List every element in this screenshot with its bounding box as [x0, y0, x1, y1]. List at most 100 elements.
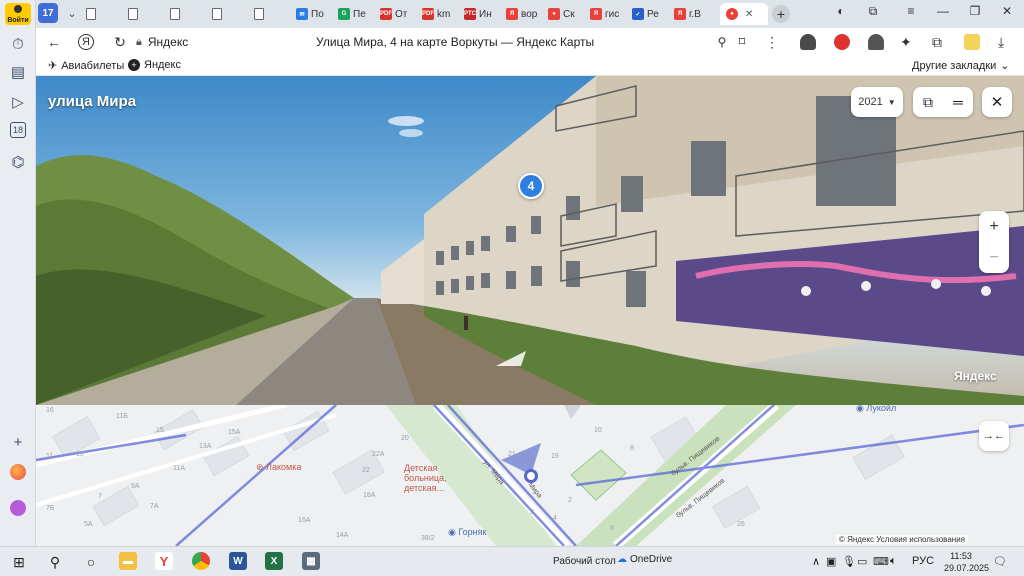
zoom-in-button[interactable]: +: [979, 211, 1009, 242]
tray-app-icon[interactable]: ▣: [826, 555, 836, 568]
reload-icon[interactable]: ↻: [110, 32, 130, 52]
poi-lakomka[interactable]: ⊛ Лакомка: [256, 462, 301, 472]
messenger-icon[interactable]: [8, 498, 28, 518]
year-selector[interactable]: 2021 ▼: [851, 87, 903, 117]
mini-map[interactable]: 16 11Б 15А 15 11 13А 13 11А 9А 7 7А 5А 7…: [36, 405, 1024, 546]
close-window-icon[interactable]: ✕: [996, 4, 1018, 18]
language-indicator[interactable]: РУС: [912, 555, 934, 567]
age-rating-icon[interactable]: 18: [10, 122, 26, 138]
tab[interactable]: Явор: [506, 3, 544, 25]
windows-taskbar: ⊞ ⚲ ○ ▬ Y W X ▦ Рабочий стол ☁ OneDrive ∧…: [0, 546, 1024, 576]
login-button[interactable]: Войти: [5, 3, 31, 25]
zoom-out-button[interactable]: −: [979, 242, 1009, 273]
downloads-icon[interactable]: ⤓: [998, 34, 1014, 50]
minimize-icon[interactable]: —: [932, 4, 954, 18]
network-icon[interactable]: ⌨: [873, 555, 889, 568]
yandex-logo-icon[interactable]: Я: [78, 34, 94, 50]
back-icon[interactable]: ←: [44, 32, 64, 52]
alice-icon[interactable]: [8, 462, 28, 482]
tab[interactable]: [86, 3, 124, 25]
volume-icon[interactable]: 🔈︎: [890, 555, 897, 568]
more-options-icon[interactable]: ⋮: [762, 32, 782, 52]
tab-active[interactable]: ● ✕: [720, 3, 768, 25]
power-icon[interactable]: ▭: [857, 555, 867, 568]
video-icon[interactable]: ▷: [8, 92, 28, 112]
collapse-map-button[interactable]: →←: [979, 421, 1009, 451]
word-icon[interactable]: W: [229, 552, 247, 570]
history-icon[interactable]: ⏱: [8, 34, 28, 54]
restore-icon[interactable]: ❐: [964, 4, 986, 18]
house-label: 16: [46, 407, 54, 414]
house-label: 19: [551, 453, 559, 460]
address-bar[interactable]: 🔒︎ Яндекс Улица Мира, 4 на карте Воркуты…: [136, 31, 764, 53]
menu-icon[interactable]: ≡: [900, 4, 922, 18]
yandex-browser-icon[interactable]: Y: [155, 552, 173, 570]
extension-shield-icon[interactable]: [800, 34, 816, 50]
tab[interactable]: ✉ По: [296, 3, 334, 25]
tray-chevron-icon[interactable]: ∧: [812, 555, 820, 568]
cortana-icon[interactable]: ○: [80, 552, 102, 572]
street-panorama[interactable]: улица Мира 4 2021 ▼ ⧉ ═ ✕ + − Яндекс: [36, 76, 1024, 405]
panorama-scene: [36, 76, 1024, 405]
panorama-position-marker[interactable]: [524, 469, 538, 483]
tab[interactable]: PDF km: [422, 3, 460, 25]
search-icon[interactable]: ⚲: [44, 552, 66, 572]
file-explorer-icon[interactable]: ▬: [119, 552, 137, 570]
collections-toolbar-icon[interactable]: ⧉: [932, 34, 948, 50]
close-tab-icon[interactable]: ✕: [745, 9, 753, 20]
map-copyright[interactable]: © Яндекс Условия использования: [835, 535, 968, 544]
extension-cast-icon[interactable]: [868, 34, 884, 50]
onedrive-status[interactable]: ☁ OneDrive: [617, 554, 672, 565]
tab[interactable]: G Пе: [338, 3, 376, 25]
collections-icon[interactable]: ▤: [8, 62, 28, 82]
excel-icon[interactable]: X: [265, 552, 283, 570]
calculator-icon[interactable]: ▦: [302, 552, 320, 570]
tab[interactable]: PTC Ин: [464, 3, 502, 25]
add-panel-icon[interactable]: +: [8, 432, 28, 452]
address-toolbar: ← Я ↻ 🔒︎ Яндекс Улица Мира, 4 на карте В…: [36, 28, 1024, 56]
tab-count-badge[interactable]: 17: [38, 3, 58, 23]
poi-hospital[interactable]: Детская больница, детская...: [404, 463, 447, 493]
poi-gornyak[interactable]: ◉ Горняк: [448, 527, 486, 537]
system-clock[interactable]: 11:53 29.07.2025: [944, 550, 989, 574]
other-bookmarks[interactable]: Другие закладки ⌄: [912, 59, 1010, 73]
tab[interactable]: Ягис: [590, 3, 628, 25]
close-panorama-button[interactable]: ✕: [982, 87, 1012, 117]
bookmark-icon[interactable]: ⌑: [732, 32, 752, 52]
notifications-icon[interactable]: 🗨︎: [993, 555, 1007, 568]
tab[interactable]: ✓ Ре: [632, 3, 670, 25]
tab-favicon-icon: Я: [506, 8, 518, 20]
poi-lukoil[interactable]: ◉ Лукойл: [856, 405, 896, 413]
tab[interactable]: PDF От: [380, 3, 418, 25]
panorama-watermark: Яндекс: [954, 369, 997, 383]
chrome-icon[interactable]: [192, 552, 210, 570]
house-label: 7А: [150, 503, 159, 510]
protect-icon[interactable]: ◐: [830, 4, 852, 18]
bookmark-item[interactable]: + Яндекс: [128, 59, 181, 71]
tabs-icon[interactable]: ⧉: [862, 4, 884, 19]
document-icon: [212, 8, 222, 20]
share-external-icon[interactable]: ⧉: [913, 87, 943, 117]
extension-doc-icon[interactable]: [964, 34, 980, 50]
bookmark-item[interactable]: ✈ Авиабилеты: [48, 59, 124, 73]
house-label: 15А: [228, 429, 241, 436]
new-tab-button[interactable]: +: [772, 5, 790, 23]
tab-label: Ин: [479, 8, 492, 20]
screenshot-icon[interactable]: ⌬: [8, 152, 28, 172]
tab[interactable]: [212, 3, 250, 25]
house-number-marker[interactable]: 4: [518, 173, 544, 199]
tab[interactable]: Яг.В: [674, 3, 712, 25]
extensions-puzzle-icon[interactable]: ✦: [900, 34, 916, 50]
chevron-down-icon[interactable]: ⌄: [62, 3, 82, 23]
house-label: 21: [508, 451, 516, 458]
tab[interactable]: [254, 3, 292, 25]
tab[interactable]: [170, 3, 208, 25]
menu-lines-icon[interactable]: ═: [943, 87, 973, 117]
location-pin-icon[interactable]: ⚲: [712, 32, 732, 52]
tab[interactable]: [128, 3, 166, 25]
desktop-label[interactable]: Рабочий стол: [553, 556, 616, 567]
microphone-icon[interactable]: 🎙︎: [842, 555, 856, 568]
extension-record-icon[interactable]: [834, 34, 850, 50]
windows-start-icon[interactable]: ⊞: [8, 552, 30, 572]
tab[interactable]: ● Ск: [548, 3, 586, 25]
